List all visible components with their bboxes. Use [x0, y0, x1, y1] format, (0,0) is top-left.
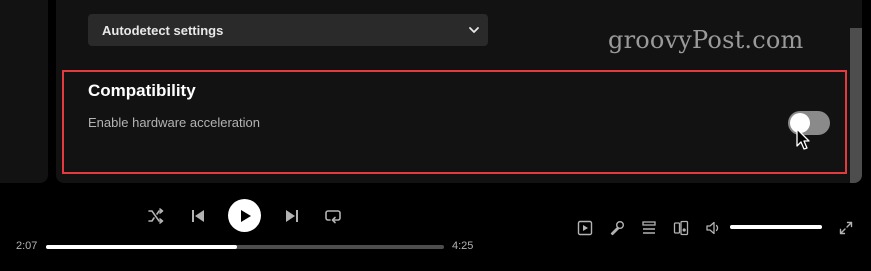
volume-icon	[706, 221, 719, 235]
settings-select[interactable]: Autodetect settings	[88, 14, 488, 46]
fullscreen-button[interactable]	[836, 218, 856, 238]
microphone-icon	[610, 221, 624, 236]
play-icon	[240, 209, 251, 222]
fullscreen-icon	[839, 221, 853, 235]
library-sidebar	[0, 0, 48, 183]
app-window: Autodetect settings groovyPost.com Compa…	[0, 0, 871, 271]
skip-next-icon	[286, 210, 298, 222]
connect-device-button[interactable]	[671, 218, 691, 238]
section-title: Compatibility	[88, 81, 196, 100]
repeat-button[interactable]	[323, 206, 343, 226]
connect-device-icon	[673, 220, 689, 236]
queue-icon	[642, 221, 656, 234]
total-duration: 4:25	[452, 240, 474, 252]
progress-fill	[46, 245, 238, 249]
next-button[interactable]	[282, 206, 302, 226]
now-playing-view-button[interactable]	[575, 218, 595, 238]
previous-button[interactable]	[188, 206, 208, 226]
elapsed-time: 2:07	[16, 240, 38, 252]
volume-button[interactable]	[703, 218, 723, 238]
volume-slider[interactable]	[730, 225, 822, 229]
queue-button[interactable]	[639, 218, 659, 238]
chevron-down-icon	[469, 27, 479, 33]
skip-previous-icon	[192, 210, 204, 222]
repeat-icon	[325, 210, 341, 224]
shuffle-icon	[148, 208, 164, 224]
now-playing-view-icon	[577, 220, 593, 236]
mouse-cursor-icon	[796, 128, 810, 150]
volume-fill	[730, 225, 822, 229]
play-button[interactable]	[228, 199, 261, 232]
scrollbar[interactable]	[850, 28, 862, 183]
watermark: groovyPost.com	[608, 26, 804, 54]
progress-bar[interactable]	[46, 245, 444, 249]
settings-select-value: Autodetect settings	[102, 22, 224, 38]
shuffle-button[interactable]	[146, 206, 166, 226]
lyrics-button[interactable]	[607, 218, 627, 238]
hardware-acceleration-label: Enable hardware acceleration	[88, 115, 260, 130]
